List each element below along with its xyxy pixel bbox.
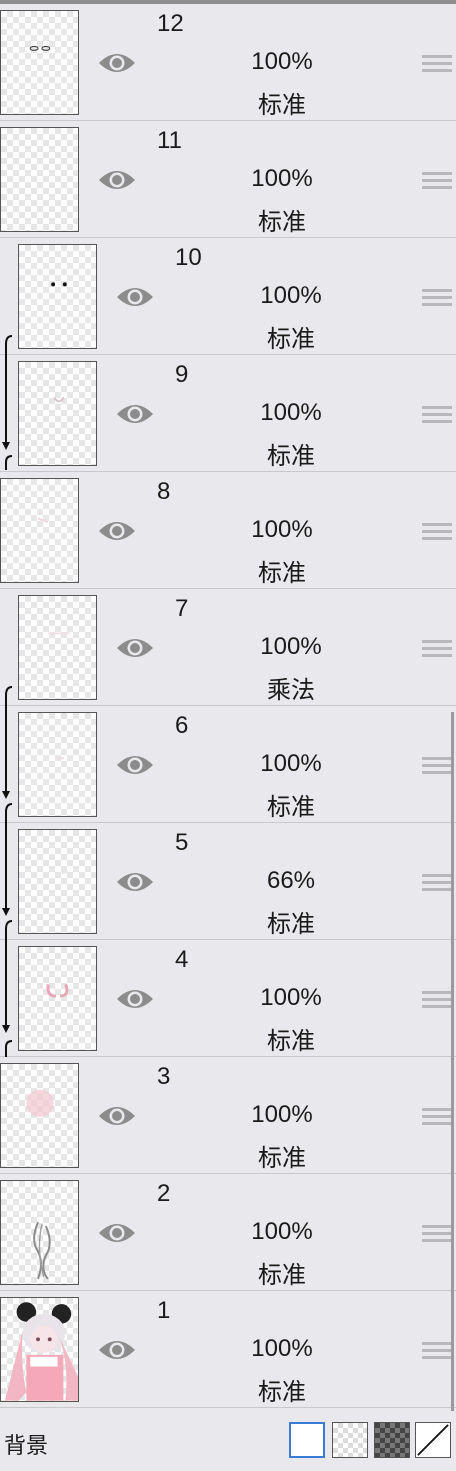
layer-blend-mode[interactable]: 标准 (236, 1021, 346, 1056)
layer-blend-mode[interactable]: 标准 (236, 904, 346, 939)
background-dark-checker-swatch[interactable] (374, 1422, 410, 1458)
layer-thumbnail (0, 1297, 79, 1402)
layer-row-1[interactable]: 1 100% 标准 (0, 1291, 456, 1408)
layer-number: 5 (175, 829, 189, 856)
layer-thumbnail (0, 1063, 79, 1168)
layer-blend-mode[interactable]: 标准 (236, 787, 346, 822)
eye-icon[interactable] (97, 49, 137, 77)
layer-thumbnail (18, 946, 97, 1051)
layer-row-10[interactable]: 10 100% 标准 (0, 238, 456, 355)
layer-number: 2 (157, 1180, 171, 1207)
layer-thumbnail (0, 478, 79, 583)
drag-handle-icon[interactable] (422, 406, 452, 424)
layer-number: 12 (157, 10, 184, 37)
layer-blend-mode[interactable]: 标准 (227, 202, 337, 237)
layer-opacity[interactable]: 100% (227, 1335, 337, 1363)
layer-blend-mode[interactable]: 标准 (236, 436, 346, 471)
drag-handle-icon[interactable] (422, 1342, 452, 1360)
clipping-arrow-icon (2, 686, 13, 799)
eye-icon[interactable] (97, 1102, 137, 1130)
drag-handle-icon[interactable] (422, 289, 452, 307)
layer-opacity[interactable]: 100% (236, 984, 346, 1012)
clipping-arrow-icon (2, 335, 13, 470)
layer-opacity[interactable]: 100% (227, 1218, 337, 1246)
layer-opacity[interactable]: 100% (227, 516, 337, 544)
layer-opacity[interactable]: 66% (236, 867, 346, 895)
eye-icon[interactable] (97, 1336, 137, 1364)
eye-icon[interactable] (97, 517, 137, 545)
layer-thumbnail (18, 361, 97, 466)
drag-handle-icon[interactable] (422, 874, 452, 892)
eye-icon[interactable] (115, 985, 155, 1013)
layer-opacity[interactable]: 100% (236, 282, 346, 310)
layer-blend-mode[interactable]: 标准 (236, 319, 346, 354)
layer-opacity[interactable]: 100% (236, 750, 346, 778)
layer-row-9[interactable]: 9 100% 标准 (0, 355, 456, 472)
layer-row-2[interactable]: 2 100% 标准 (0, 1174, 456, 1291)
background-label: 背景 (4, 1434, 49, 1459)
layer-blend-mode[interactable]: 标准 (227, 553, 337, 588)
layer-row-12[interactable]: 12 100% 标准 (0, 4, 456, 121)
drag-handle-icon[interactable] (422, 1108, 452, 1126)
background-white-swatch[interactable] (289, 1422, 325, 1458)
drag-handle-icon[interactable] (422, 523, 452, 541)
layer-blend-mode[interactable]: 乘法 (236, 670, 346, 705)
layer-thumbnail (0, 10, 79, 115)
layer-number: 6 (175, 712, 189, 739)
layer-number: 10 (175, 244, 202, 271)
layer-blend-mode[interactable]: 标准 (227, 1138, 337, 1173)
eye-icon[interactable] (115, 868, 155, 896)
drag-handle-icon[interactable] (422, 55, 452, 73)
eye-icon[interactable] (115, 751, 155, 779)
layer-opacity[interactable]: 100% (236, 399, 346, 427)
eye-icon[interactable] (115, 283, 155, 311)
layer-row-5[interactable]: 5 66% 标准 (0, 823, 456, 940)
layer-row-3[interactable]: 3 100% 标准 (0, 1057, 456, 1174)
drag-handle-icon[interactable] (422, 1225, 452, 1243)
background-none-swatch[interactable] (415, 1422, 451, 1458)
layer-blend-mode[interactable]: 标准 (227, 85, 337, 120)
eye-icon[interactable] (97, 1219, 137, 1247)
layer-number: 1 (157, 1297, 171, 1324)
background-transparent-swatch[interactable] (332, 1422, 368, 1458)
layer-number: 3 (157, 1063, 171, 1090)
layer-row-6[interactable]: 6 100% 标准 (0, 706, 456, 823)
layer-row-7[interactable]: 7 100% 乘法 (0, 589, 456, 706)
drag-handle-icon[interactable] (422, 991, 452, 1009)
layer-opacity[interactable]: 100% (227, 48, 337, 76)
layers-panel: 12 100% 标准 11 100% 标准 10 100% 标准 9 100% … (0, 0, 456, 1471)
layer-opacity[interactable]: 100% (227, 165, 337, 193)
layer-row-8[interactable]: 8 100% 标准 (0, 472, 456, 589)
layer-opacity[interactable]: 100% (236, 633, 346, 661)
layer-blend-mode[interactable]: 标准 (227, 1255, 337, 1290)
layer-thumbnail (0, 1180, 79, 1285)
layer-number: 11 (157, 127, 182, 154)
layer-blend-mode[interactable]: 标准 (227, 1372, 337, 1407)
layer-thumbnail (18, 595, 97, 700)
layer-opacity[interactable]: 100% (227, 1101, 337, 1129)
layer-number: 7 (175, 595, 189, 622)
layer-number: 8 (157, 478, 171, 505)
layer-thumbnail (18, 712, 97, 817)
layer-thumbnail (18, 244, 97, 349)
layer-thumbnail (0, 127, 79, 232)
drag-handle-icon[interactable] (422, 757, 452, 775)
layer-thumbnail (18, 829, 97, 934)
drag-handle-icon[interactable] (422, 640, 452, 658)
eye-icon[interactable] (115, 634, 155, 662)
layer-number: 9 (175, 361, 189, 388)
layer-row-11[interactable]: 11 100% 标准 (0, 121, 456, 238)
eye-icon[interactable] (97, 166, 137, 194)
layer-row-4[interactable]: 4 100% 标准 (0, 940, 456, 1057)
layer-number: 4 (175, 946, 189, 973)
eye-icon[interactable] (115, 400, 155, 428)
clipping-arrow-icon (2, 920, 13, 1057)
scrollbar[interactable] (451, 712, 454, 1412)
clipping-arrow-icon (2, 803, 13, 916)
drag-handle-icon[interactable] (422, 172, 452, 190)
